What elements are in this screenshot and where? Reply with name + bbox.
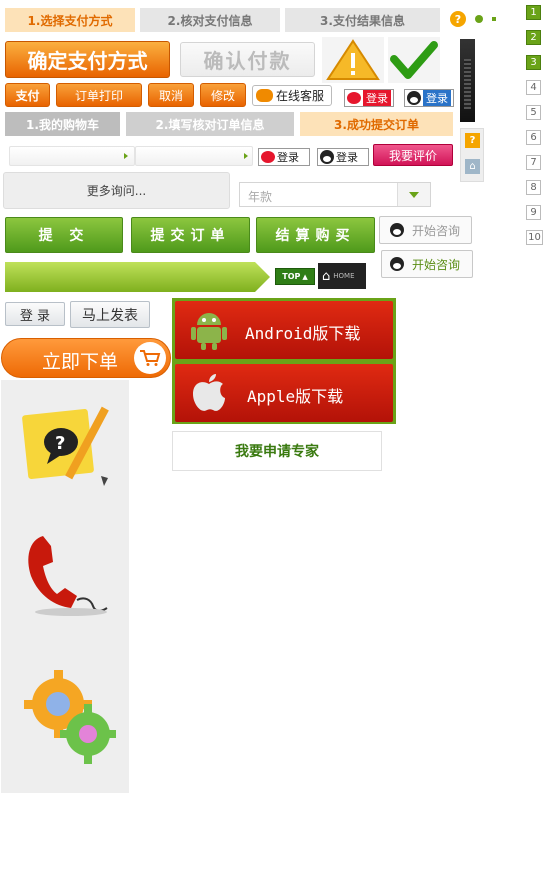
weibo-login-button-2[interactable]: 登录 xyxy=(258,148,310,166)
cart-icon xyxy=(134,342,166,374)
qq-penguin-icon xyxy=(390,257,404,271)
android-download-label: Android版下载 xyxy=(245,324,361,343)
help-icon[interactable]: ? xyxy=(450,11,466,27)
page-10[interactable]: 10 xyxy=(526,230,543,245)
page-8[interactable]: 8 xyxy=(526,180,541,195)
gears-icon xyxy=(16,660,126,770)
weibo-login-label: 登录 xyxy=(277,151,299,164)
apple-download-button[interactable]: Apple版下载 xyxy=(175,364,393,422)
android-download-button[interactable]: Android版下载 xyxy=(175,301,393,359)
home-button[interactable]: ⌂ HOME xyxy=(318,263,366,289)
apply-expert-button[interactable]: 我要申请专家 xyxy=(172,431,382,471)
help-square-icon[interactable]: ? xyxy=(465,133,480,148)
pay-button[interactable]: 支付 xyxy=(5,83,50,107)
cart-step-1: 1.我的购物车 xyxy=(5,112,120,136)
page-3[interactable]: 3 xyxy=(526,55,541,70)
warning-icon xyxy=(322,37,384,83)
weibo-login-label: 登录 xyxy=(363,90,391,106)
step-3: 3.支付结果信息 xyxy=(285,8,440,32)
qq-icon xyxy=(320,150,334,164)
submit-button[interactable]: 提 交 xyxy=(5,217,123,253)
page-1[interactable]: 1 xyxy=(526,5,541,20)
phone-icon xyxy=(21,530,121,620)
consult-label: 开始咨询 xyxy=(412,223,461,238)
vertical-slider[interactable] xyxy=(460,39,475,122)
home-square-icon[interactable]: ⌂ xyxy=(465,159,480,174)
question-note-icon: ? xyxy=(21,398,111,488)
top-label: TOP xyxy=(282,272,301,281)
chat-icon xyxy=(256,89,273,102)
qq-icon xyxy=(407,91,421,105)
tab-strip-2[interactable] xyxy=(135,146,253,166)
green-arrow-bar xyxy=(5,262,270,292)
dropdown-arrow-icon xyxy=(397,183,430,206)
apple-download-label: Apple版下载 xyxy=(247,387,344,406)
cart-step-2: 2.填写核对订单信息 xyxy=(126,112,294,136)
weibo-login-button[interactable]: 登录 xyxy=(344,89,394,107)
cancel-button[interactable]: 取消 xyxy=(148,83,194,107)
confirm-method-button[interactable]: 确定支付方式 xyxy=(5,41,170,78)
download-panel: Android版下载 Apple版下载 xyxy=(172,298,396,424)
side-tools: ? ⌂ xyxy=(460,128,484,182)
order-now-button[interactable]: 立即下单 xyxy=(1,338,171,378)
weibo-icon xyxy=(347,92,361,104)
page-9[interactable]: 9 xyxy=(526,205,541,220)
online-service-label: 在线客服 xyxy=(276,89,325,103)
home-icon: ⌂ xyxy=(322,268,331,284)
apple-icon xyxy=(189,372,229,414)
post-now-button[interactable]: 马上发表 xyxy=(70,301,150,328)
qq-login-label: 登录 xyxy=(336,151,358,164)
edit-button[interactable]: 修改 xyxy=(200,83,246,107)
page-6[interactable]: 6 xyxy=(526,130,541,145)
check-icon xyxy=(388,37,440,83)
confirm-pay-button[interactable]: 确认付款 xyxy=(180,42,315,77)
year-select-value: 年款 xyxy=(248,190,273,204)
qq-login-button-2[interactable]: 登录 xyxy=(317,148,369,166)
checkout-button[interactable]: 结算购买 xyxy=(256,217,375,253)
order-now-label: 立即下单 xyxy=(42,351,119,373)
more-inquiry-button[interactable]: 更多询问... xyxy=(3,172,230,209)
top-button[interactable]: TOP ▲ xyxy=(275,268,315,285)
android-icon xyxy=(189,309,229,351)
review-button[interactable]: 我要评价 xyxy=(373,144,453,166)
page-4[interactable]: 4 xyxy=(526,80,541,95)
icon-column: ? xyxy=(1,380,129,793)
online-service-button[interactable]: 在线客服 xyxy=(252,85,332,106)
login-button[interactable]: 登 录 xyxy=(5,302,65,326)
dot-small-icon xyxy=(492,17,496,21)
page-7[interactable]: 7 xyxy=(526,155,541,170)
dot-icon xyxy=(475,15,483,23)
home-label: HOME xyxy=(333,272,355,280)
weibo-icon xyxy=(261,151,275,163)
start-consult-button-1[interactable]: 开始咨询 xyxy=(379,216,472,244)
page-2[interactable]: 2 xyxy=(526,30,541,45)
qq-login-button[interactable]: 登录 xyxy=(404,89,454,107)
qq-penguin-icon xyxy=(390,223,404,237)
step-1: 1.选择支付方式 xyxy=(5,8,135,32)
print-order-button[interactable]: 订单打印 xyxy=(56,83,142,107)
svg-text:?: ? xyxy=(55,433,65,454)
step-2: 2.核对支付信息 xyxy=(140,8,280,32)
cart-step-3: 3.成功提交订单 xyxy=(300,112,453,136)
start-consult-button-2[interactable]: 开始咨询 xyxy=(381,250,473,278)
year-select[interactable]: 年款 xyxy=(239,182,431,207)
qq-login-label: 登录 xyxy=(423,90,451,106)
submit-order-button[interactable]: 提交订单 xyxy=(131,217,250,253)
tab-strip-1[interactable] xyxy=(9,146,135,166)
consult-label: 开始咨询 xyxy=(412,257,461,272)
page-5[interactable]: 5 xyxy=(526,105,541,120)
